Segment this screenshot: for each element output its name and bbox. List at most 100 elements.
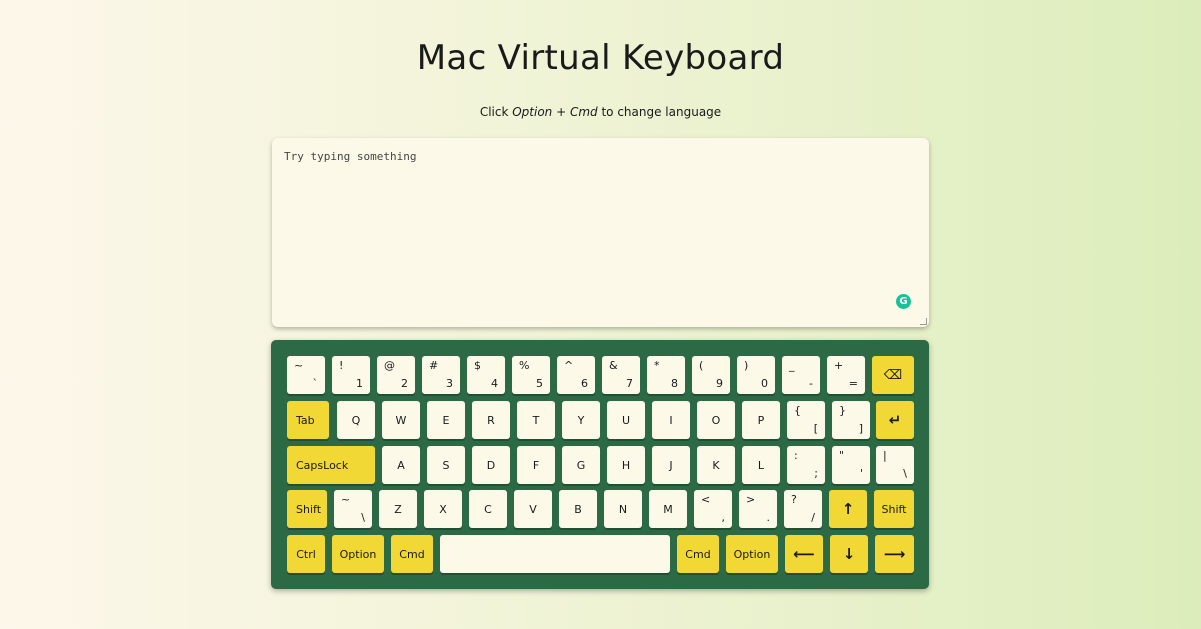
key-4[interactable]: $4 [467,356,505,394]
key-arrow-right[interactable]: ⟶ [875,535,914,573]
key-o[interactable]: O [697,401,735,439]
grammarly-icon[interactable]: G [896,294,911,309]
key-label-top: ( [699,359,704,372]
key-right-bracket[interactable]: }] [832,401,870,439]
key-arrow-up[interactable]: ↑ [829,490,867,528]
key-label-top: ~ [341,493,351,506]
key-e[interactable]: E [427,401,465,439]
key-label: Option [733,547,771,561]
key-equals[interactable]: + = [827,356,865,394]
key-option-right[interactable]: Option [726,535,778,573]
key-i[interactable]: I [652,401,690,439]
key-label: R [487,413,495,427]
typing-textarea[interactable] [272,138,929,327]
key-label: B [574,502,582,516]
key-k[interactable]: K [697,446,735,484]
key-label-bottom: [ [813,422,818,435]
key-label: Y [577,413,585,427]
arrow-down-icon: ↓ [842,545,856,563]
key-quote[interactable]: " ' [832,446,870,484]
key-a[interactable]: A [382,446,420,484]
key-label-top: { [794,404,801,417]
key-label-bottom: 3 [446,377,453,390]
key-label-top: > [746,493,756,506]
key-0[interactable]: ) 0 [737,356,775,394]
resize-handle[interactable] [920,318,927,325]
key-slash[interactable]: ? / [784,490,822,528]
key-h[interactable]: H [607,446,645,484]
key-s[interactable]: S [427,446,465,484]
key-3[interactable]: #3 [422,356,460,394]
key-9[interactable]: (9 [692,356,730,394]
key-option-left[interactable]: Option [332,535,384,573]
key-ctrl[interactable]: Ctrl [287,535,325,573]
key-enter[interactable]: ↵ [876,401,914,439]
instructions-suffix: to change language [597,105,722,119]
key-label-bottom: 4 [491,377,498,390]
key-label-top: ) [744,359,749,372]
page-title: Mac Virtual Keyboard [416,38,785,78]
key-backslash[interactable]: | \ [876,446,914,484]
key-p[interactable]: P [742,401,780,439]
key-label-top: ^ [564,359,574,372]
backspace-icon: ⌫ [883,367,903,383]
enter-icon: ↵ [888,411,902,429]
key-v[interactable]: V [514,490,552,528]
key-cmd-left[interactable]: Cmd [391,535,433,573]
key-l[interactable]: L [742,446,780,484]
key-m[interactable]: M [649,490,687,528]
key-label-bottom: ] [858,422,863,435]
key-period[interactable]: >. [739,490,777,528]
key-label-top: < [701,493,711,506]
key-cmd-right[interactable]: Cmd [677,535,719,573]
key-w[interactable]: W [382,401,420,439]
instructions: Click Option + Cmd to change language [0,105,1201,119]
key-label: Option [339,547,377,561]
key-label: L [757,458,765,472]
key-semicolon[interactable]: :; [787,446,825,484]
key-label-bottom: 5 [536,377,543,390]
key-5[interactable]: % 5 [512,356,550,394]
key-comma[interactable]: <, [694,490,732,528]
key-arrow-left[interactable]: ⟵ [785,535,823,573]
arrow-up-icon: ↑ [841,500,855,518]
key-r[interactable]: R [472,401,510,439]
key-minus[interactable]: _ - [782,356,820,394]
key-shift-left[interactable]: Shift [287,490,327,528]
key-label: V [529,502,537,516]
key-capslock[interactable]: CapsLock [287,446,375,484]
key-z[interactable]: Z [379,490,417,528]
key-7[interactable]: & 7 [602,356,640,394]
key-label: E [442,413,450,427]
key-q[interactable]: Q [337,401,375,439]
key-j[interactable]: J [652,446,690,484]
key-x[interactable]: X [424,490,462,528]
key-f[interactable]: F [517,446,555,484]
key-label: K [712,458,720,472]
key-6[interactable]: ^ 6 [557,356,595,394]
key-backtick[interactable]: ~ ` [287,356,325,394]
key-tilde[interactable]: ~ \ [334,490,372,528]
key-g[interactable]: G [562,446,600,484]
key-label-bottom: \ [361,511,365,524]
key-b[interactable]: B [559,490,597,528]
key-1[interactable]: ! 1 [332,356,370,394]
key-t[interactable]: T [517,401,555,439]
key-2[interactable]: @2 [377,356,415,394]
key-c[interactable]: C [469,490,507,528]
key-u[interactable]: U [607,401,645,439]
key-space[interactable] [440,535,670,573]
key-8[interactable]: * 8 [647,356,685,394]
key-label: Z [394,502,402,516]
key-y[interactable]: Y [562,401,600,439]
arrow-left-icon: ⟵ [793,545,815,563]
key-left-bracket[interactable]: {[ [787,401,825,439]
key-label-bottom: 9 [716,377,723,390]
key-tab[interactable]: Tab [287,401,329,439]
key-n[interactable]: N [604,490,642,528]
key-arrow-down[interactable]: ↓ [830,535,868,573]
key-label: O [711,413,721,427]
key-shift-right[interactable]: Shift [874,490,914,528]
key-backspace[interactable]: ⌫ [872,356,914,394]
key-d[interactable]: D [472,446,510,484]
